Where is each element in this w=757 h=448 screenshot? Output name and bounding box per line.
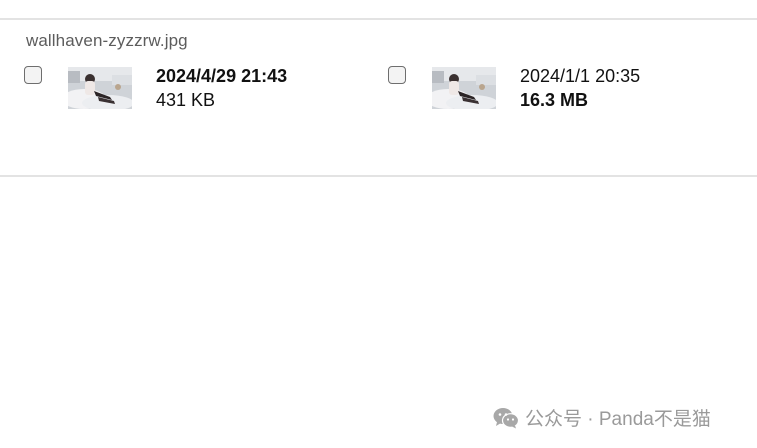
file-conflict-panel: wallhaven-zyzzrw.jpg 2024/4/29 21:43 431… — [0, 0, 757, 448]
file-size: 431 KB — [156, 90, 216, 110]
file-option-new[interactable]: 2024/4/29 21:43 431 KB — [24, 64, 364, 112]
file-name: wallhaven-zyzzrw.jpg — [26, 31, 188, 50]
file-date: 2024/4/29 21:43 — [156, 66, 288, 86]
file-option-checkbox[interactable] — [24, 66, 42, 84]
wechat-icon — [493, 407, 519, 428]
file-option-checkbox[interactable] — [388, 66, 406, 84]
file-option-existing[interactable]: 2024/1/1 20:35 16.3 MB — [388, 64, 728, 112]
bottom-divider — [0, 175, 757, 177]
watermark: 公众号 · Panda不是猫 — [493, 404, 711, 431]
file-date: 2024/1/1 20:35 — [520, 66, 641, 86]
image-thumbnail — [432, 67, 496, 109]
top-divider — [0, 18, 757, 20]
watermark-text: 公众号 · Panda不是猫 — [525, 409, 711, 430]
file-size: 16.3 MB — [520, 90, 589, 110]
image-thumbnail — [68, 67, 132, 109]
